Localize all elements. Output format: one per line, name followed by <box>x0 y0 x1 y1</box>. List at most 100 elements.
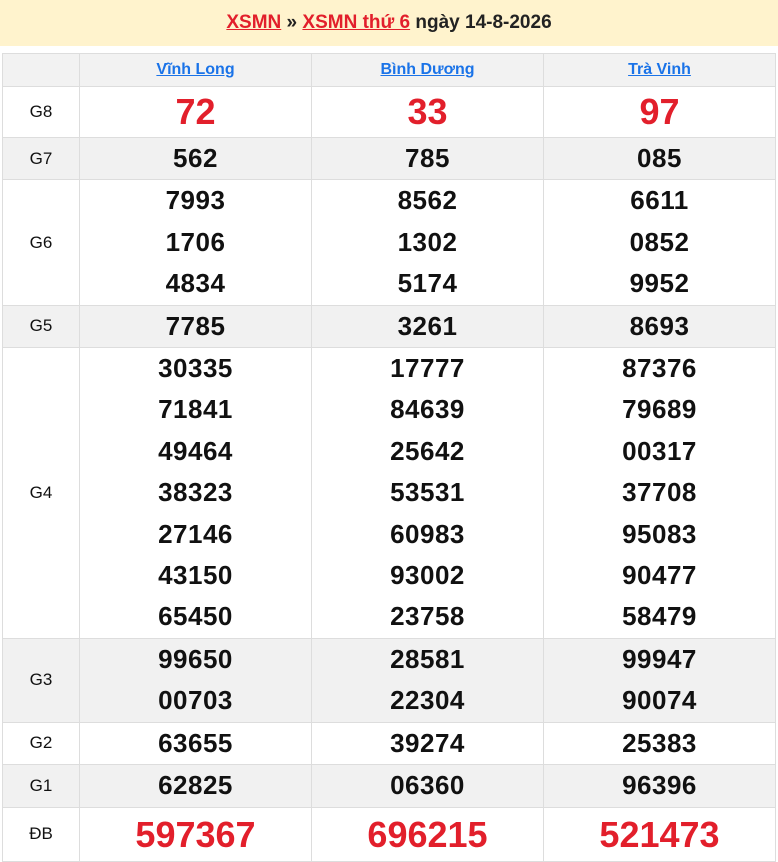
result-cell: 72 <box>79 86 312 138</box>
result-cell: 99650 00703 <box>79 637 312 723</box>
result-cell: 39274 <box>311 721 544 766</box>
prize-number: 30335 <box>158 353 233 384</box>
prize-label: G2 <box>2 721 80 766</box>
prize-number: 99947 <box>622 643 697 674</box>
table-row: G6 7993 1706 4834 8562 1302 5174 6611 0852 9952 <box>2 179 776 306</box>
province-link-tra-vinh[interactable]: Trà Vinh <box>628 61 691 78</box>
result-cell: 3261 <box>311 304 544 349</box>
table-row: G2 63655 39274 25383 <box>2 721 776 766</box>
prize-number: 06360 <box>390 770 465 801</box>
prize-label: ĐB <box>2 806 80 862</box>
prize-number: 085 <box>637 143 682 173</box>
prize-label: G8 <box>2 86 80 138</box>
province-header: Trà Vinh <box>543 53 776 87</box>
special-prize-number: 521473 <box>599 813 720 855</box>
prize-number: 1706 <box>165 226 226 257</box>
prize-number: 25642 <box>390 435 465 466</box>
prize-number: 87376 <box>622 353 697 384</box>
prize-number: 90477 <box>622 560 697 591</box>
prize-number: 33 <box>407 91 448 132</box>
result-cell: 8693 <box>543 304 776 349</box>
prize-number: 8562 <box>397 185 458 216</box>
prize-number: 4834 <box>165 268 226 299</box>
prize-number: 72 <box>175 91 216 132</box>
prize-number: 43150 <box>158 560 233 591</box>
prize-number: 99650 <box>158 643 233 674</box>
prize-number: 37708 <box>622 477 697 508</box>
header-empty-cell <box>2 53 80 87</box>
special-prize-number: 696215 <box>367 813 488 855</box>
result-cell: 25383 <box>543 721 776 766</box>
prize-number: 71841 <box>158 394 233 425</box>
prize-number: 8693 <box>629 310 690 341</box>
draw-date: ngày 14-8-2026 <box>415 12 552 33</box>
prize-number: 6611 <box>630 185 689 216</box>
result-cell: 17777 84639 25642 53531 60983 93002 23758 <box>311 347 544 639</box>
prize-number: 96396 <box>622 770 697 801</box>
prize-number: 63655 <box>158 727 233 758</box>
province-link-binh-duong[interactable]: Bình Dương <box>380 61 474 78</box>
prize-number: 17777 <box>390 353 465 384</box>
result-cell: 62825 <box>79 764 312 808</box>
result-cell: 30335 71841 49464 38323 27146 43150 65450 <box>79 347 312 639</box>
table-header-row: Vĩnh Long Bình Dương Trà Vinh <box>2 53 776 87</box>
prize-label: G7 <box>2 136 80 181</box>
result-cell: 085 <box>543 136 776 181</box>
result-cell: 97 <box>543 86 776 138</box>
prize-number: 97 <box>639 91 680 132</box>
prize-label: G1 <box>2 764 80 808</box>
breadcrumb-separator: » <box>286 12 298 33</box>
result-cell: 87376 79689 00317 37708 95083 90477 58479 <box>543 347 776 639</box>
prize-number: 39274 <box>390 727 465 758</box>
result-cell: 33 <box>311 86 544 138</box>
prize-label: G3 <box>2 637 80 723</box>
province-header: Vĩnh Long <box>79 53 312 87</box>
prize-number: 79689 <box>622 394 697 425</box>
prize-number: 25383 <box>622 727 697 758</box>
result-cell: 7785 <box>79 304 312 349</box>
result-cell: 06360 <box>311 764 544 808</box>
prize-number: 84639 <box>390 394 465 425</box>
prize-number: 9952 <box>629 268 690 299</box>
prize-number: 5174 <box>397 268 458 299</box>
province-header: Bình Dương <box>311 53 544 87</box>
province-link-vinh-long[interactable]: Vĩnh Long <box>156 61 234 78</box>
prize-number: 93002 <box>390 560 465 591</box>
prize-number: 23758 <box>390 601 465 632</box>
result-cell: 8562 1302 5174 <box>311 179 544 306</box>
table-row: G5 7785 3261 8693 <box>2 304 776 349</box>
result-cell: 696215 <box>311 806 544 862</box>
table-row: G3 99650 00703 28581 22304 99947 90074 <box>2 637 776 723</box>
prize-number: 65450 <box>158 601 233 632</box>
prize-number: 562 <box>173 143 218 173</box>
table-row: G8 72 33 97 <box>2 86 776 138</box>
results-table: Vĩnh Long Bình Dương Trà Vinh G8 72 33 97 G7… <box>2 53 776 862</box>
xsmn-friday-link[interactable]: XSMN thứ 6 <box>302 12 410 33</box>
result-cell: 63655 <box>79 721 312 766</box>
xsmn-link[interactable]: XSMN <box>226 12 281 33</box>
prize-number: 785 <box>405 143 450 173</box>
table-row: G1 62825 06360 96396 <box>2 764 776 808</box>
prize-number: 62825 <box>158 770 233 801</box>
prize-number: 0852 <box>629 226 690 257</box>
prize-number: 00317 <box>622 435 697 466</box>
result-cell: 7993 1706 4834 <box>79 179 312 306</box>
result-cell: 99947 90074 <box>543 637 776 723</box>
prize-number: 1302 <box>397 226 458 257</box>
prize-number: 60983 <box>390 518 465 549</box>
prize-number: 95083 <box>622 518 697 549</box>
result-cell: 597367 <box>79 806 312 862</box>
prize-number: 00703 <box>158 685 233 716</box>
prize-label: G5 <box>2 304 80 349</box>
results-title: XSMN » XSMN thứ 6 ngày 14-8-2026 <box>0 0 778 46</box>
prize-label: G6 <box>2 179 80 306</box>
table-row: G7 562 785 085 <box>2 136 776 181</box>
result-cell: 521473 <box>543 806 776 862</box>
prize-number: 22304 <box>390 685 465 716</box>
result-cell: 96396 <box>543 764 776 808</box>
special-prize-number: 597367 <box>135 813 256 855</box>
prize-label: G4 <box>2 347 80 639</box>
prize-number: 38323 <box>158 477 233 508</box>
result-cell: 562 <box>79 136 312 181</box>
prize-number: 90074 <box>622 685 697 716</box>
